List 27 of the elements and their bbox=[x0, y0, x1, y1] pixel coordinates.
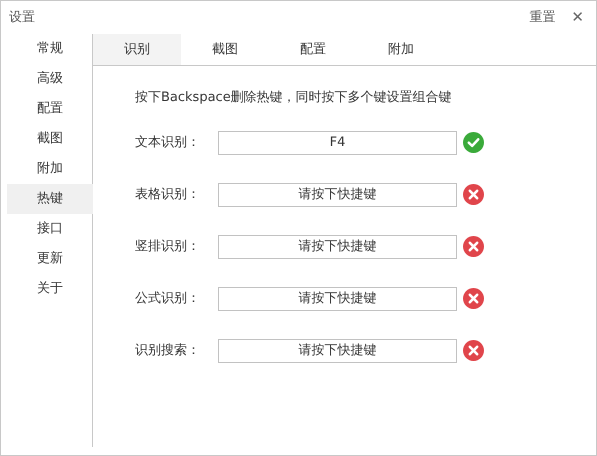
hotkey-field[interactable]: F4 bbox=[218, 130, 457, 154]
hotkey-field[interactable]: 请按下快捷键 bbox=[218, 338, 457, 362]
sidebar-item[interactable]: 热键 bbox=[7, 184, 93, 214]
sidebar-item[interactable]: 接口 bbox=[7, 214, 93, 244]
tab[interactable]: 附加 bbox=[357, 34, 445, 65]
close-button[interactable]: ✕ bbox=[571, 6, 584, 29]
sidebar-item[interactable]: 更新 bbox=[7, 244, 93, 274]
reset-button[interactable]: 重置 bbox=[529, 8, 556, 28]
hint-text: 按下Backspace删除热键，同时按下多个键设置组合键 bbox=[135, 89, 453, 107]
sidebar-item[interactable]: 截图 bbox=[7, 124, 93, 154]
tab[interactable]: 识别 bbox=[93, 34, 181, 65]
hotkey-field[interactable]: 请按下快捷键 bbox=[218, 182, 457, 206]
hotkey-label: 表格识别： bbox=[135, 186, 201, 204]
sidebar-item[interactable]: 高级 bbox=[7, 64, 93, 94]
hotkey-field[interactable]: 请按下快捷键 bbox=[218, 234, 457, 258]
tab[interactable]: 配置 bbox=[269, 34, 357, 65]
hotkey-label: 文本识别： bbox=[135, 134, 201, 152]
sidebar-item[interactable]: 关于 bbox=[7, 274, 93, 304]
sidebar-item[interactable]: 附加 bbox=[7, 154, 93, 184]
window-title: 设置 bbox=[9, 8, 35, 27]
hotkey-label: 竖排识别： bbox=[135, 238, 201, 256]
hotkey-field[interactable]: 请按下快捷键 bbox=[218, 286, 457, 310]
sidebar-item[interactable]: 常规 bbox=[7, 34, 93, 64]
hotkey-label: 公式识别： bbox=[135, 290, 201, 308]
tab[interactable]: 截图 bbox=[181, 34, 269, 65]
sidebar-item[interactable]: 配置 bbox=[7, 94, 93, 124]
hotkey-label: 识别搜索： bbox=[135, 342, 201, 360]
